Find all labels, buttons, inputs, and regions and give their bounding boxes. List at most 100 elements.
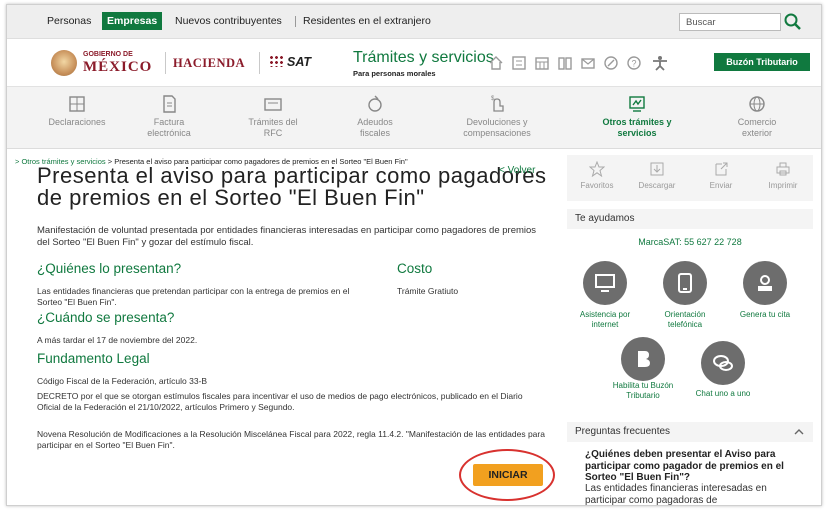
category-devoluciones[interactable]: $ Devoluciones y compensaciones [447,87,547,149]
category-label: Devoluciones y compensaciones [463,117,531,138]
legal-heading: Fundamento Legal [37,351,150,366]
settings-icon[interactable] [602,54,620,72]
send-tool[interactable]: Enviar [691,155,751,201]
computer-icon [595,274,615,292]
mexico-seal-icon [51,50,77,76]
category-label: Trámites del RFC [248,117,298,138]
marcasat-phone[interactable]: MarcaSAT: 55 627 22 728 [567,237,813,247]
asistencia-internet-button[interactable] [583,261,627,305]
refund-icon: $ [491,96,504,112]
category-nav: Declaraciones Factura electrónica Trámit… [7,87,821,149]
share-icon [715,162,728,176]
page-title: Presenta el aviso para participar como p… [37,163,547,210]
globe-icon [749,96,765,112]
calculator-icon [69,96,85,112]
download-icon [650,162,664,176]
book-icon[interactable] [556,54,574,72]
category-label: Comercio exterior [737,117,777,138]
faq-answer: Las entidades financieras interesadas en… [585,483,767,506]
tool-label: Imprimir [768,181,798,190]
site-header: GOBIERNO DE MÉXICO HACIENDA SAT Trámites… [7,39,821,87]
section-subtitle: Para personas morales [353,69,436,78]
help-heading: Te ayudamos [567,209,813,229]
sat-dots-icon [269,55,283,67]
cost-text: Trámite Gratiuto [397,286,459,296]
invoice-icon [163,95,176,113]
when-text: A más tardar el 17 de noviembre del 2022… [37,335,198,345]
legal-item: Novena Resolución de Modificaciones a la… [37,429,545,450]
home-icon[interactable] [487,54,505,72]
audience-bar: Personas Empresas Nuevos contribuyentes … [7,5,821,39]
buzon-icon [638,351,650,367]
print-tool[interactable]: Imprimir [753,155,813,201]
category-label: Factura electrónica [147,117,191,138]
faq-heading[interactable]: Preguntas frecuentes [567,422,813,442]
category-comercio-exterior[interactable]: Comercio exterior [707,87,807,149]
browser-viewport: Personas Empresas Nuevos contribuyentes … [6,4,822,506]
download-tool[interactable]: Descargar [627,155,687,201]
nav-empresas[interactable]: Empresas [102,12,163,30]
gobierno-label: GOBIERNO DE [83,51,133,58]
category-factura-electronica[interactable]: Factura electrónica [119,87,219,149]
back-link[interactable]: < Volver [499,165,535,176]
id-card-icon [264,98,282,111]
category-label: Declaraciones [48,117,106,127]
star-icon [589,161,605,177]
phone-icon [678,273,692,293]
tool-label: Enviar [709,181,733,190]
help-label[interactable]: Chat uno a uno [691,389,755,399]
nav-nuevos-contribuyentes[interactable]: Nuevos contribuyentes [175,15,282,27]
appointment-icon [758,275,772,291]
chat-button[interactable] [701,341,745,385]
chevron-up-icon[interactable] [793,426,805,438]
debt-icon [368,95,382,112]
help-label[interactable]: Asistencia por internet [567,310,643,330]
faq-question[interactable]: ¿Quiénes deben presentar el Aviso para p… [585,449,805,484]
search-input[interactable]: Buscar [679,13,781,31]
mexico-label: MÉXICO [83,59,153,75]
help-label[interactable]: Orientación telefónica [647,310,723,330]
category-label: Otros trámites y servicios [602,117,672,138]
who-heading: ¿Quiénes lo presentan? [37,261,182,276]
iniciar-button[interactable]: INICIAR [473,464,543,486]
calculator-icon[interactable] [510,54,528,72]
mail-icon[interactable] [579,54,597,72]
legal-item: DECRETO por el que se otorgan estímulos … [37,391,523,412]
nav-divider [295,16,296,27]
help-icon[interactable]: ? [625,54,643,72]
accessibility-icon[interactable] [649,54,671,72]
intro-text: Manifestación de voluntad presentada por… [37,225,537,248]
calendar-icon[interactable] [533,54,551,72]
favorites-tool[interactable]: Favoritos [567,155,627,201]
nav-residentes-extranjero[interactable]: Residentes en el extranjero [303,15,431,27]
search-icon[interactable] [783,12,803,32]
who-text: Las entidades financieras que pretendan … [37,286,350,307]
logo-divider [259,52,260,74]
category-declaraciones[interactable]: Declaraciones [27,87,127,149]
other-services-icon [629,96,645,112]
tool-label: Favoritos [580,181,614,190]
buzon-tributario-button[interactable]: Buzón Tributario [714,53,810,71]
hacienda-logo[interactable]: HACIENDA [173,56,245,71]
chat-icon [713,355,733,371]
logo-divider [165,52,166,74]
svg-text:?: ? [631,59,636,69]
help-label[interactable]: Genera tu cita [731,310,799,320]
sat-logo[interactable]: SAT [269,55,311,69]
help-label[interactable]: Habilita tu Buzón Tributario [607,381,679,401]
category-adeudos-fiscales[interactable]: Adeudos fiscales [325,87,425,149]
tool-label: Descargar [638,181,676,190]
page-tools: Favoritos Descargar Enviar Imprimir [567,155,813,201]
category-tramites-rfc[interactable]: Trámites del RFC [223,87,323,149]
print-icon [776,162,790,176]
category-label: Adeudos fiscales [357,117,393,138]
orientacion-telefonica-button[interactable] [663,261,707,305]
habilita-buzon-button[interactable] [621,337,665,381]
gobierno-mexico-logo[interactable]: GOBIERNO DE MÉXICO [51,50,161,76]
when-heading: ¿Cuándo se presenta? [37,310,175,325]
category-otros-tramites[interactable]: Otros trámites y servicios [587,87,687,149]
legal-item: Código Fiscal de la Federación, artículo… [37,376,208,386]
nav-personas[interactable]: Personas [47,15,91,27]
genera-cita-button[interactable] [743,261,787,305]
sat-label: SAT [287,55,312,69]
